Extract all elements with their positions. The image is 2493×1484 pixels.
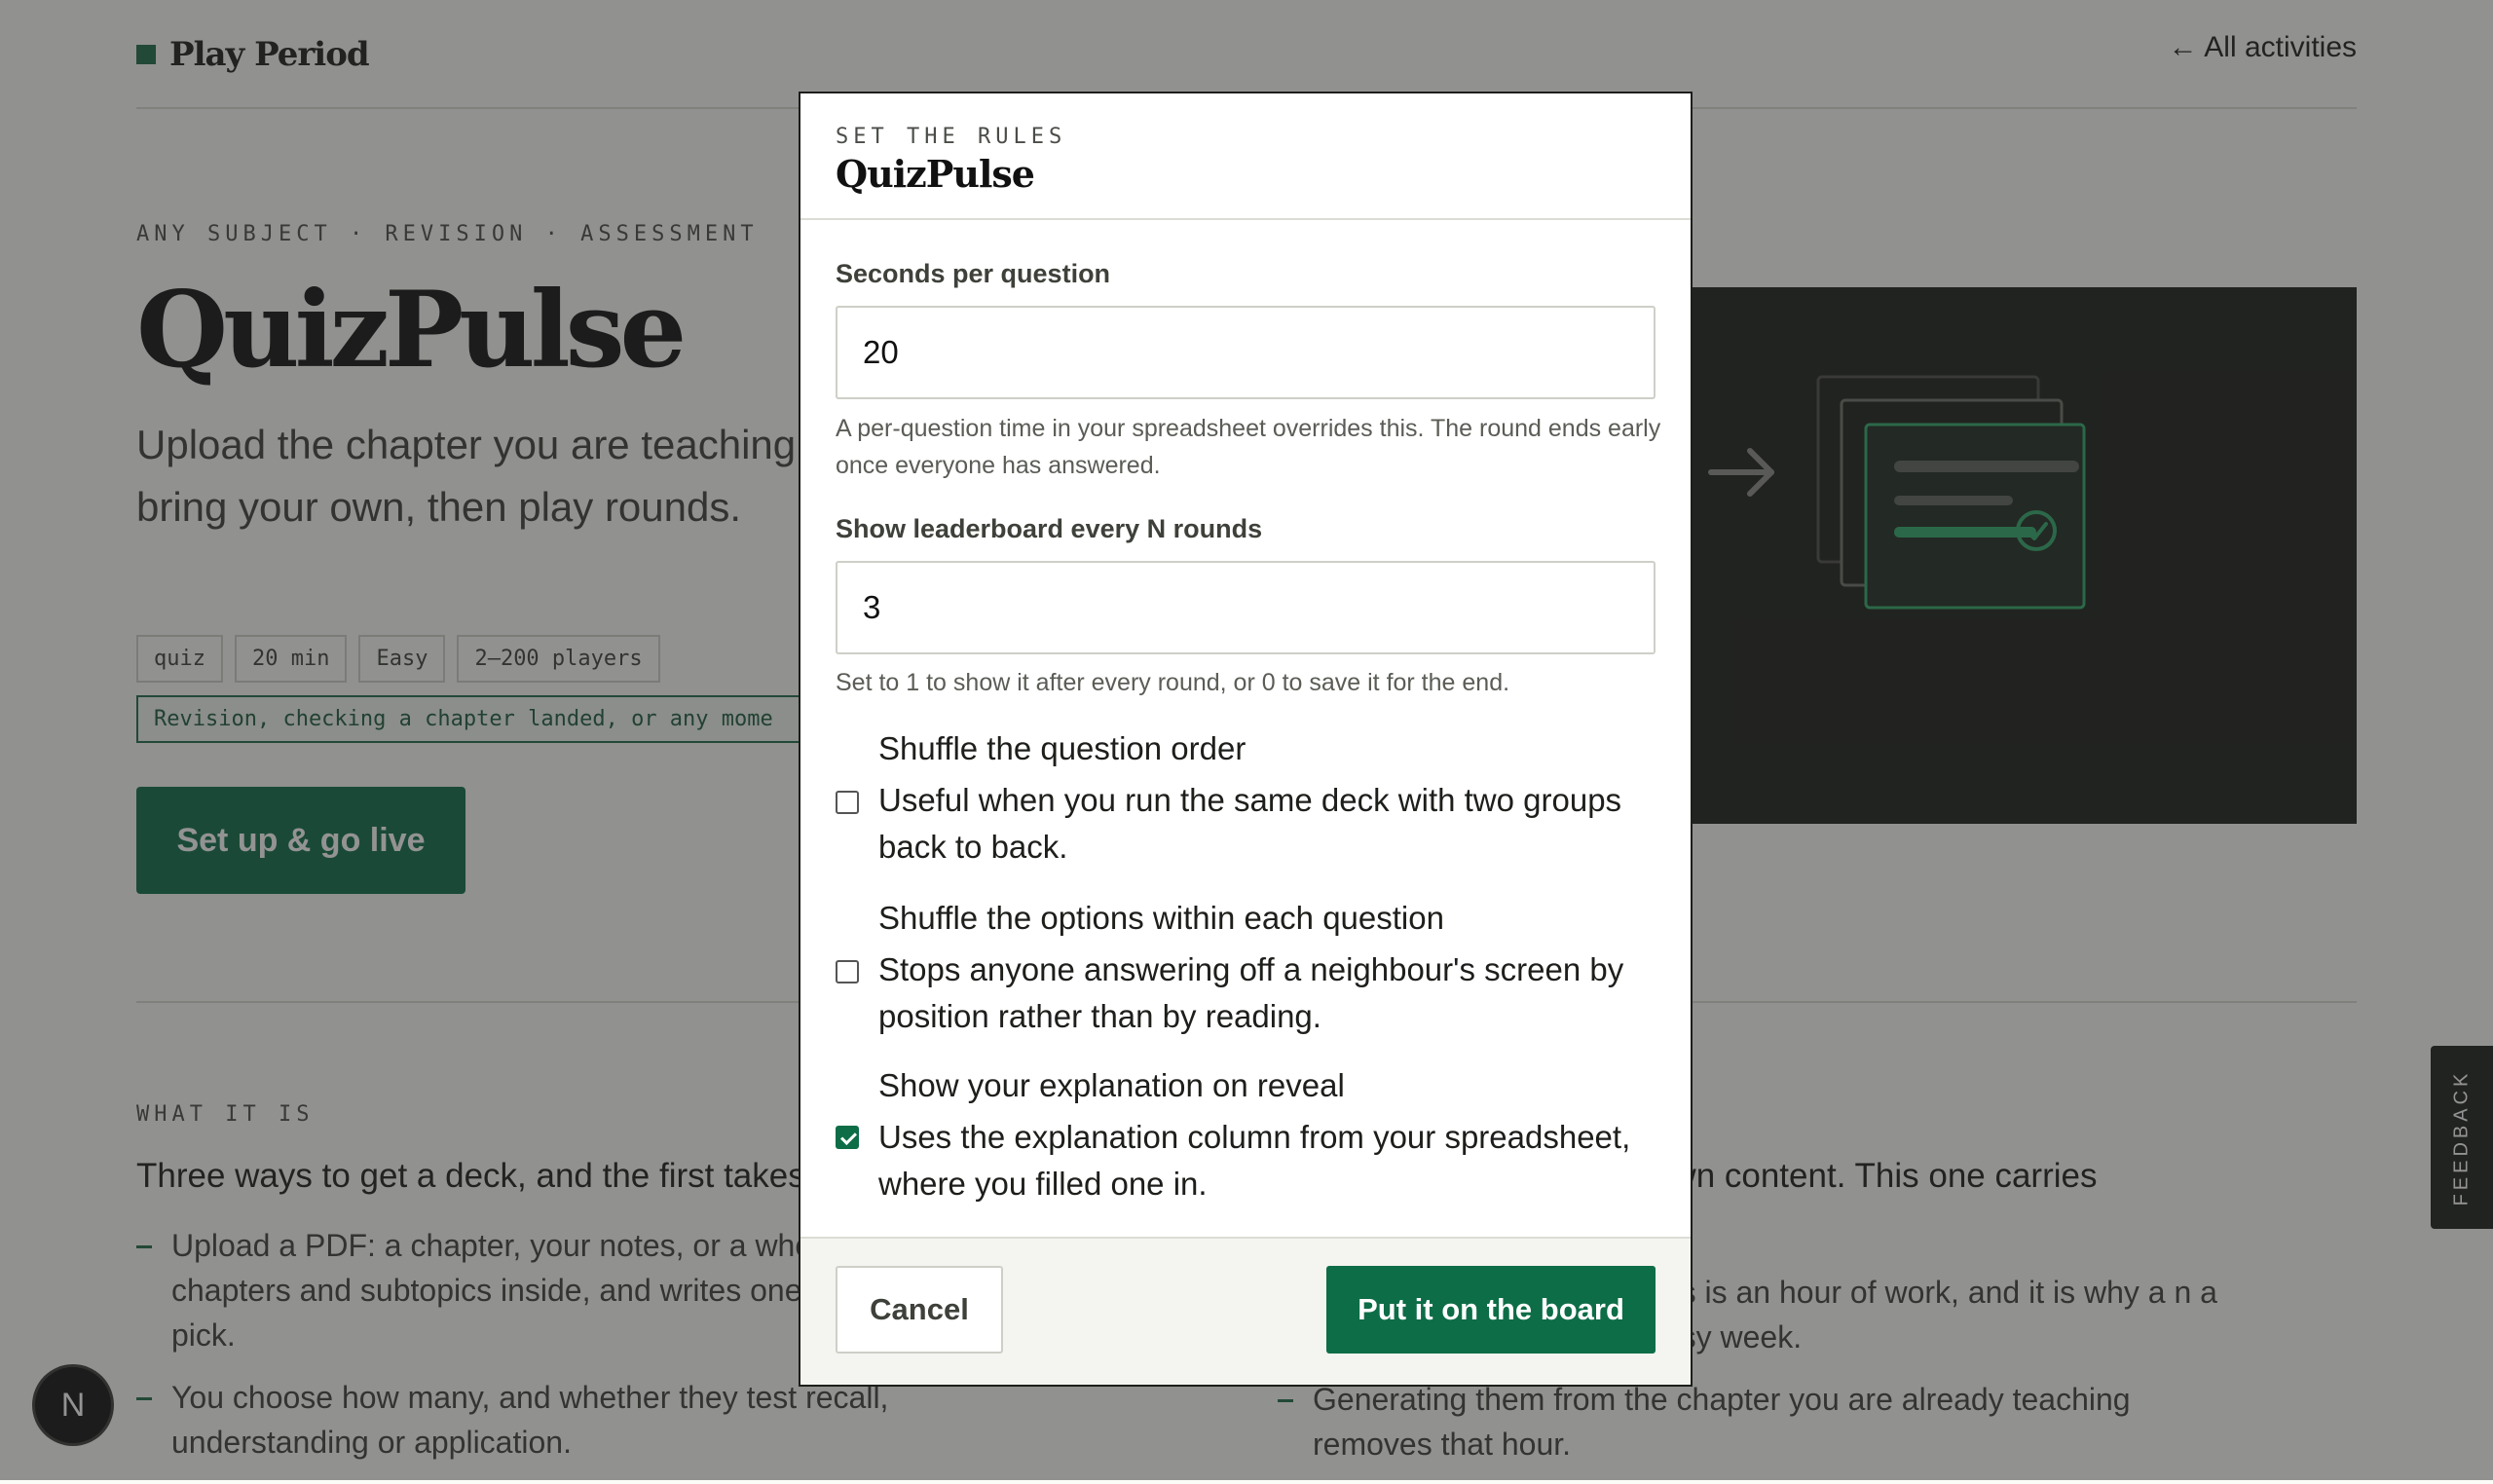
option-title: Shuffle the question order <box>878 730 1246 766</box>
option-title: Show your explanation on reveal <box>878 1067 1345 1103</box>
dialog-title: QuizPulse <box>836 152 1035 196</box>
dialog-eyebrow: SET THE RULES <box>836 125 1067 149</box>
seconds-label: Seconds per question <box>836 259 1111 288</box>
dialog-header: SET THE RULES QuizPulse <box>800 93 1691 220</box>
seconds-input[interactable] <box>836 306 1656 399</box>
cancel-button[interactable]: Cancel <box>836 1266 1003 1354</box>
shuffle-options-checkbox[interactable] <box>836 960 859 983</box>
option-description: Uses the explanation column from your sp… <box>878 1119 1631 1202</box>
option-description: Stops anyone answering off a neighbour's… <box>878 951 1624 1034</box>
shuffle-questions-option[interactable]: Shuffle the question order Useful when y… <box>836 730 1663 876</box>
show-explanation-option[interactable]: Show your explanation on reveal Uses the… <box>836 1067 1663 1213</box>
show-explanation-checkbox[interactable] <box>836 1126 859 1149</box>
rules-dialog: SET THE RULES QuizPulse Seconds per ques… <box>799 92 1693 1387</box>
leaderboard-help: Set to 1 to show it after every round, o… <box>836 669 1510 696</box>
shuffle-options-option[interactable]: Shuffle the options within each question… <box>836 900 1663 1046</box>
leaderboard-label: Show leaderboard every N rounds <box>836 514 1263 543</box>
option-description: Useful when you run the same deck with t… <box>878 782 1622 865</box>
shuffle-questions-checkbox[interactable] <box>836 791 859 814</box>
leaderboard-input[interactable] <box>836 561 1656 654</box>
seconds-help: A per-question time in your spreadsheet … <box>836 415 1661 479</box>
dialog-footer: Cancel Put it on the board <box>800 1237 1691 1385</box>
option-title: Shuffle the options within each question <box>878 900 1444 936</box>
put-on-board-button[interactable]: Put it on the board <box>1326 1266 1656 1354</box>
